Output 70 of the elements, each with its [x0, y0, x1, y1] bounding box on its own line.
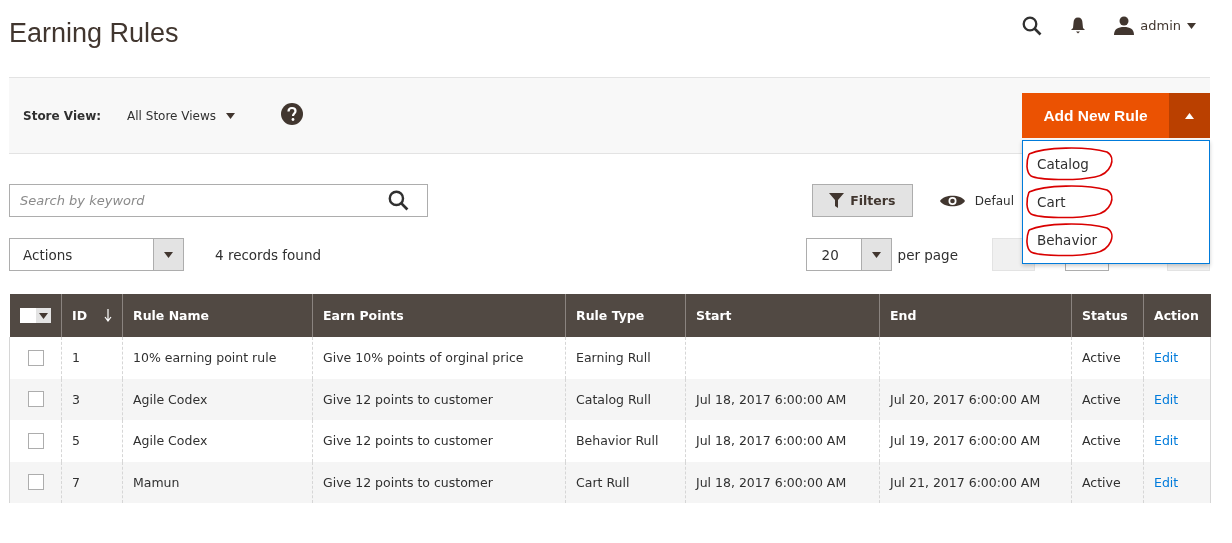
caret-icon — [164, 251, 173, 258]
page-title: Earning Rules — [9, 18, 179, 49]
actions-select[interactable]: Actions — [9, 238, 184, 271]
menu-item[interactable]: Cart — [1037, 194, 1066, 210]
funnel-icon — [829, 193, 845, 208]
table-cell: Give 12 points to customer — [323, 474, 493, 490]
table-cell: 10% earning point rule — [133, 350, 277, 366]
table-cell: 5 — [72, 433, 80, 449]
table-cell: Jul 18, 2017 6:00:00 AM — [696, 391, 847, 407]
table-cell: Active — [1082, 474, 1121, 490]
table-cell: Jul 18, 2017 6:00:00 AM — [696, 474, 847, 490]
view-label[interactable]: Defaul — [974, 193, 1014, 208]
table-cell: Behavior Rull — [576, 433, 659, 449]
table-cell: Cart Rull — [576, 474, 630, 490]
row-checkbox[interactable] — [28, 391, 44, 408]
table-cell: Agile Codex — [133, 433, 208, 449]
edit-link[interactable]: Edit — [1154, 350, 1179, 366]
table-cell: Active — [1082, 433, 1121, 449]
caret-icon — [226, 112, 236, 119]
column-header[interactable]: Rule Name — [122, 294, 313, 337]
dropdown-toggle[interactable] — [1169, 93, 1210, 138]
edit-link[interactable]: Edit — [1154, 433, 1179, 449]
table-cell: Active — [1082, 350, 1121, 366]
bell-icon[interactable] — [1070, 17, 1087, 34]
mass-select[interactable] — [19, 308, 51, 323]
table-cell: 7 — [72, 474, 80, 490]
table-cell: Jul 18, 2017 6:00:00 AM — [696, 433, 847, 449]
search-icon[interactable] — [388, 190, 409, 211]
per-page-select[interactable]: 20 — [805, 238, 892, 271]
column-header[interactable]: Start — [685, 294, 880, 337]
column-header[interactable]: Action — [1143, 294, 1211, 337]
caret-icon — [871, 251, 881, 258]
column-header[interactable]: Status — [1071, 294, 1144, 337]
table-cell: Jul 20, 2017 6:00:00 AM — [890, 391, 1041, 407]
table-cell: 1 — [72, 350, 80, 366]
filters-button[interactable]: Filters — [811, 184, 913, 217]
column-header[interactable]: End — [879, 294, 1072, 337]
store-view-label: Store View: — [23, 108, 102, 123]
row-checkbox[interactable] — [28, 349, 44, 366]
eye-icon[interactable] — [939, 193, 965, 208]
caret-up-icon — [1185, 112, 1194, 119]
table-cell: Active — [1082, 391, 1121, 407]
row-checkbox[interactable] — [28, 474, 44, 491]
table-cell: 3 — [72, 391, 80, 407]
help-icon[interactable] — [281, 102, 304, 125]
caret-icon — [38, 312, 48, 319]
edit-link[interactable]: Edit — [1154, 474, 1179, 490]
column-header[interactable]: ID — [61, 294, 123, 337]
table-cell: Mamun — [133, 474, 180, 490]
search-field[interactable]: Search by keyword — [9, 184, 428, 217]
table-cell: Give 12 points to customer — [323, 433, 493, 449]
table-cell: Jul 21, 2017 6:00:00 AM — [890, 474, 1041, 490]
row-checkbox[interactable] — [28, 432, 44, 449]
records-count: 4 records found — [215, 246, 322, 263]
column-header[interactable]: Rule Type — [565, 294, 686, 337]
add-new-rule-button[interactable]: Add New Rule — [1022, 93, 1169, 138]
table-cell: Give 10% points of orginal price — [323, 350, 524, 366]
user-menu[interactable]: admin — [1140, 18, 1181, 33]
table-cell: Earning Rull — [576, 350, 651, 366]
per-page-label: per page — [897, 246, 958, 263]
edit-link[interactable]: Edit — [1154, 391, 1179, 407]
search-icon[interactable] — [1022, 15, 1043, 36]
table-cell: Jul 19, 2017 6:00:00 AM — [890, 433, 1041, 449]
table-cell: Catalog Rull — [576, 391, 651, 407]
user-icon[interactable] — [1114, 16, 1135, 35]
store-view-switcher[interactable]: All Store Views — [127, 108, 217, 123]
caret-icon — [1187, 22, 1196, 29]
table-cell: Give 12 points to customer — [323, 391, 493, 407]
column-header[interactable]: Earn Points — [312, 294, 566, 337]
table-cell: Agile Codex — [133, 391, 208, 407]
